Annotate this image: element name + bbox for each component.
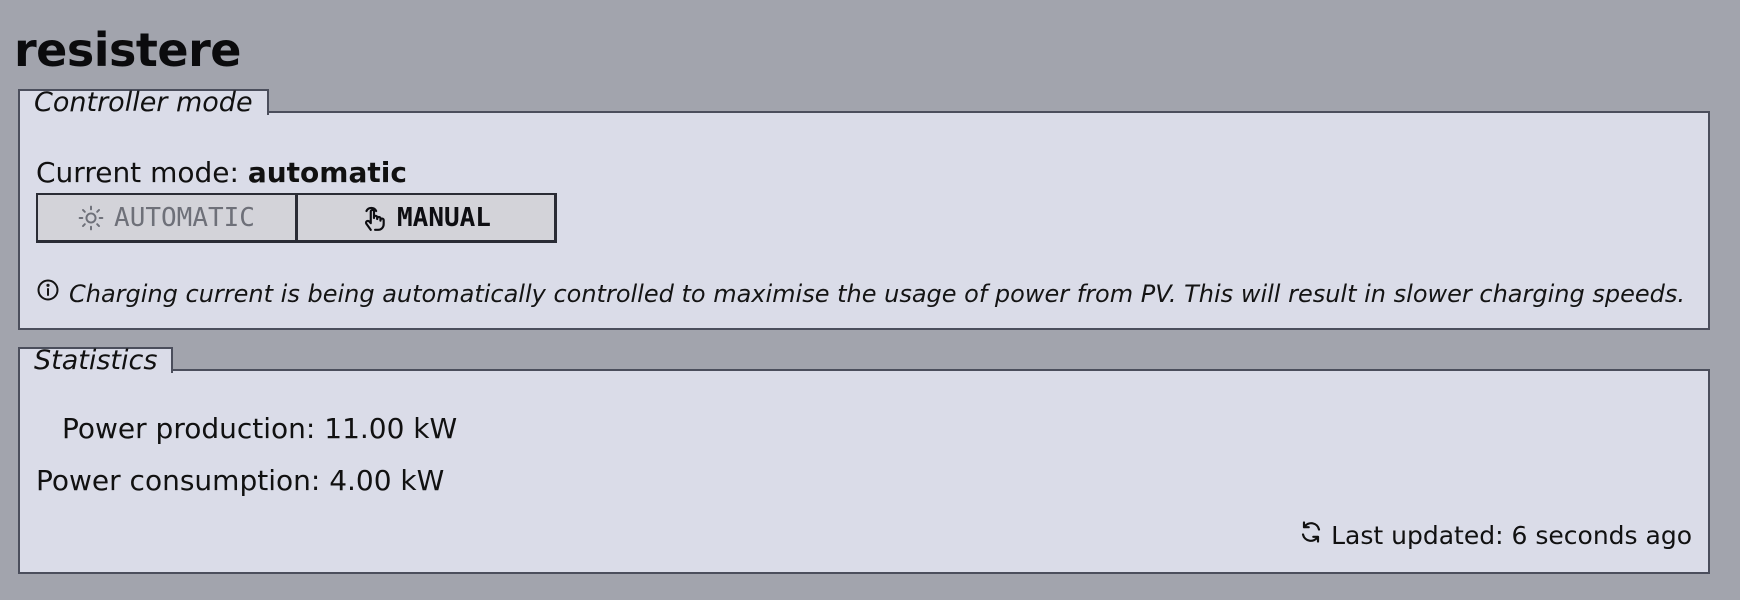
power-production-row: Power production: 11.00 kW (62, 409, 457, 449)
last-updated-value: 6 seconds ago (1511, 521, 1692, 550)
statistics-legend: Statistics (18, 345, 174, 376)
hand-pointer-icon (361, 204, 387, 232)
automatic-mode-button[interactable]: AUTOMATIC (36, 193, 296, 243)
manual-mode-label: MANUAL (397, 202, 491, 233)
automatic-mode-label: AUTOMATIC (114, 202, 255, 233)
last-updated-label: Last updated: (1331, 521, 1504, 550)
current-mode-value: automatic (247, 156, 407, 189)
info-circle-icon (36, 277, 60, 311)
controller-mode-panel: Controller mode Current mode: automatic (18, 87, 1710, 330)
controller-mode-legend-text: Controller mode (34, 87, 253, 118)
power-production-label: Power production: (62, 412, 316, 445)
sun-icon (78, 205, 104, 231)
refresh-icon[interactable] (1299, 519, 1323, 553)
mode-info-text: Charging current is being automatically … (69, 280, 1685, 308)
page-title: resistere (14, 23, 241, 77)
current-mode-label: Current mode: (36, 156, 239, 189)
power-production-value: 11.00 kW (324, 412, 458, 445)
statistics-panel: Statistics Power production: 11.00 kW Po… (18, 345, 1710, 574)
power-consumption-value: 4.00 kW (329, 464, 445, 497)
power-consumption-label: Power consumption: (36, 464, 321, 497)
last-updated-row: Last updated: 6 seconds ago (1299, 519, 1692, 553)
statistics-legend-text: Statistics (34, 345, 158, 376)
mode-info-message: Charging current is being automatically … (36, 277, 1685, 311)
power-consumption-row: Power consumption: 4.00 kW (36, 461, 444, 501)
manual-mode-button[interactable]: MANUAL (296, 193, 557, 243)
mode-button-group: AUTOMATIC MANUAL (36, 193, 557, 243)
controller-mode-legend: Controller mode (18, 87, 269, 118)
current-mode-line: Current mode: automatic (36, 153, 407, 193)
